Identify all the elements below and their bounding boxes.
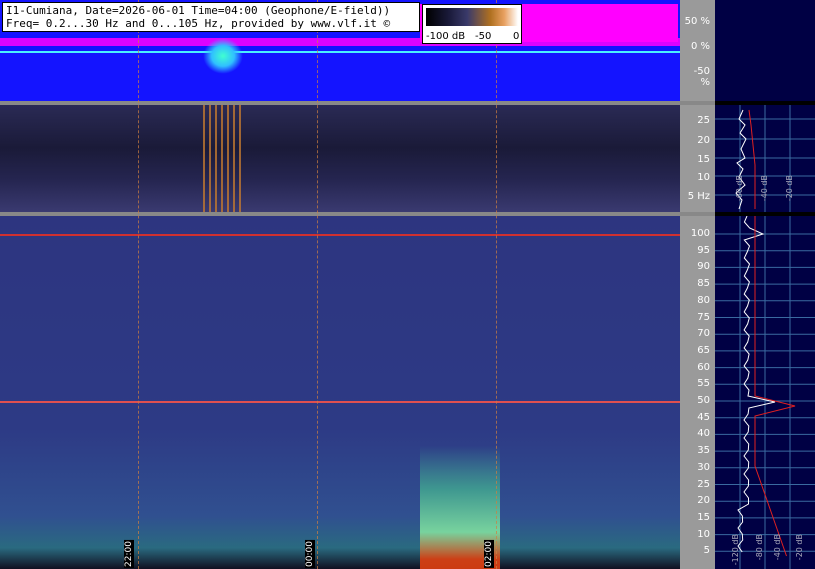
db-top-label-1: -60 dB — [735, 175, 744, 202]
lf-label-15: 15 — [697, 154, 710, 165]
amp-label-0: 0 % — [690, 41, 710, 52]
spectrum-panel-highfreq: -120 dB -80 dB -40 dB -20 dB — [715, 216, 815, 569]
hf-label-5: 5 — [703, 545, 710, 557]
hf-label-45: 45 — [697, 411, 710, 423]
lf-label-10: 10 — [697, 172, 710, 183]
lowfreq-spectrogram — [0, 105, 680, 212]
spectrum-panel-top-blank — [715, 0, 815, 101]
amp-label-50: 50 % — [684, 16, 710, 27]
highfreq-spectrogram — [0, 216, 680, 569]
hf-label-95: 95 — [697, 244, 710, 256]
db-bottom-label-3: -40 dB — [773, 534, 782, 561]
amp-label-neg50: -50 % — [693, 66, 710, 88]
colorbar: -100 dB -50 0 — [422, 4, 522, 44]
lf-label-5: 5 Hz — [687, 191, 710, 202]
time-label-0000: 00:00 — [305, 540, 315, 568]
time-grid-0200 — [496, 0, 497, 569]
spectrum-panel-lowfreq: -60 dB -40 dB -20 dB — [715, 105, 815, 212]
hf-label-85: 85 — [697, 278, 710, 290]
lowfreq-event — [203, 105, 241, 212]
time-label-0200: 02:00 — [484, 540, 494, 568]
line-100hz — [0, 234, 680, 236]
amplitude-scale: 50 % 0 % -50 % — [680, 0, 715, 101]
lowfreq-scale: 25 20 15 10 5 Hz — [680, 105, 715, 212]
hf-label-55: 55 — [697, 378, 710, 390]
colorbar-gradient — [426, 8, 518, 26]
title-line-1: I1-Cumiana, Date=2026-06-01 Time=04:00 (… — [6, 4, 391, 17]
time-grid-2200 — [138, 0, 139, 569]
hf-label-80: 80 — [697, 294, 710, 306]
hf-label-40: 40 — [697, 428, 710, 440]
hf-label-65: 65 — [697, 344, 710, 356]
lowfreq-spectrum-red — [748, 109, 756, 209]
db-bottom-label-2: -80 dB — [755, 534, 764, 561]
amplitude-baseline — [0, 51, 680, 53]
hf-label-10: 10 — [697, 528, 710, 540]
title-line-2: Freq= 0.2...30 Hz and 0...105 Hz, provid… — [6, 17, 391, 30]
colorbar-label-max: 0 — [513, 31, 520, 42]
amplitude-lower-band — [0, 38, 680, 46]
hf-label-20: 20 — [697, 495, 710, 507]
hf-label-30: 30 — [697, 461, 710, 473]
amplitude-burst — [203, 38, 243, 74]
title-box: I1-Cumiana, Date=2026-06-01 Time=04:00 (… — [2, 2, 420, 32]
db-bottom-label-1: -120 dB — [731, 534, 740, 566]
db-top-label-3: -20 dB — [785, 175, 794, 202]
colorbar-label-mid: -50 — [475, 31, 492, 42]
highfreq-scale: 100 95 90 85 80 75 70 65 60 55 50 45 40 35 30 25 20 15 10 5 — [680, 216, 715, 569]
time-grid-0000 — [317, 0, 318, 569]
lf-label-20: 20 — [697, 135, 710, 146]
colorbar-label-min: -100 dB — [426, 31, 466, 42]
db-bottom-label-4: -20 dB — [795, 534, 804, 561]
hf-label-100: 100 — [690, 228, 710, 239]
line-50hz — [0, 401, 680, 403]
hf-label-15: 15 — [697, 511, 710, 523]
hf-label-70: 70 — [697, 328, 710, 340]
hf-label-25: 25 — [697, 478, 710, 490]
hf-label-90: 90 — [697, 261, 710, 273]
time-label-2200: 22:00 — [124, 540, 134, 568]
hf-label-75: 75 — [697, 311, 710, 323]
hf-label-60: 60 — [697, 361, 710, 373]
db-top-label-2: -40 dB — [760, 175, 769, 202]
hf-label-35: 35 — [697, 445, 710, 457]
lf-label-25: 25 — [697, 115, 710, 126]
hf-label-50: 50 — [697, 395, 710, 406]
